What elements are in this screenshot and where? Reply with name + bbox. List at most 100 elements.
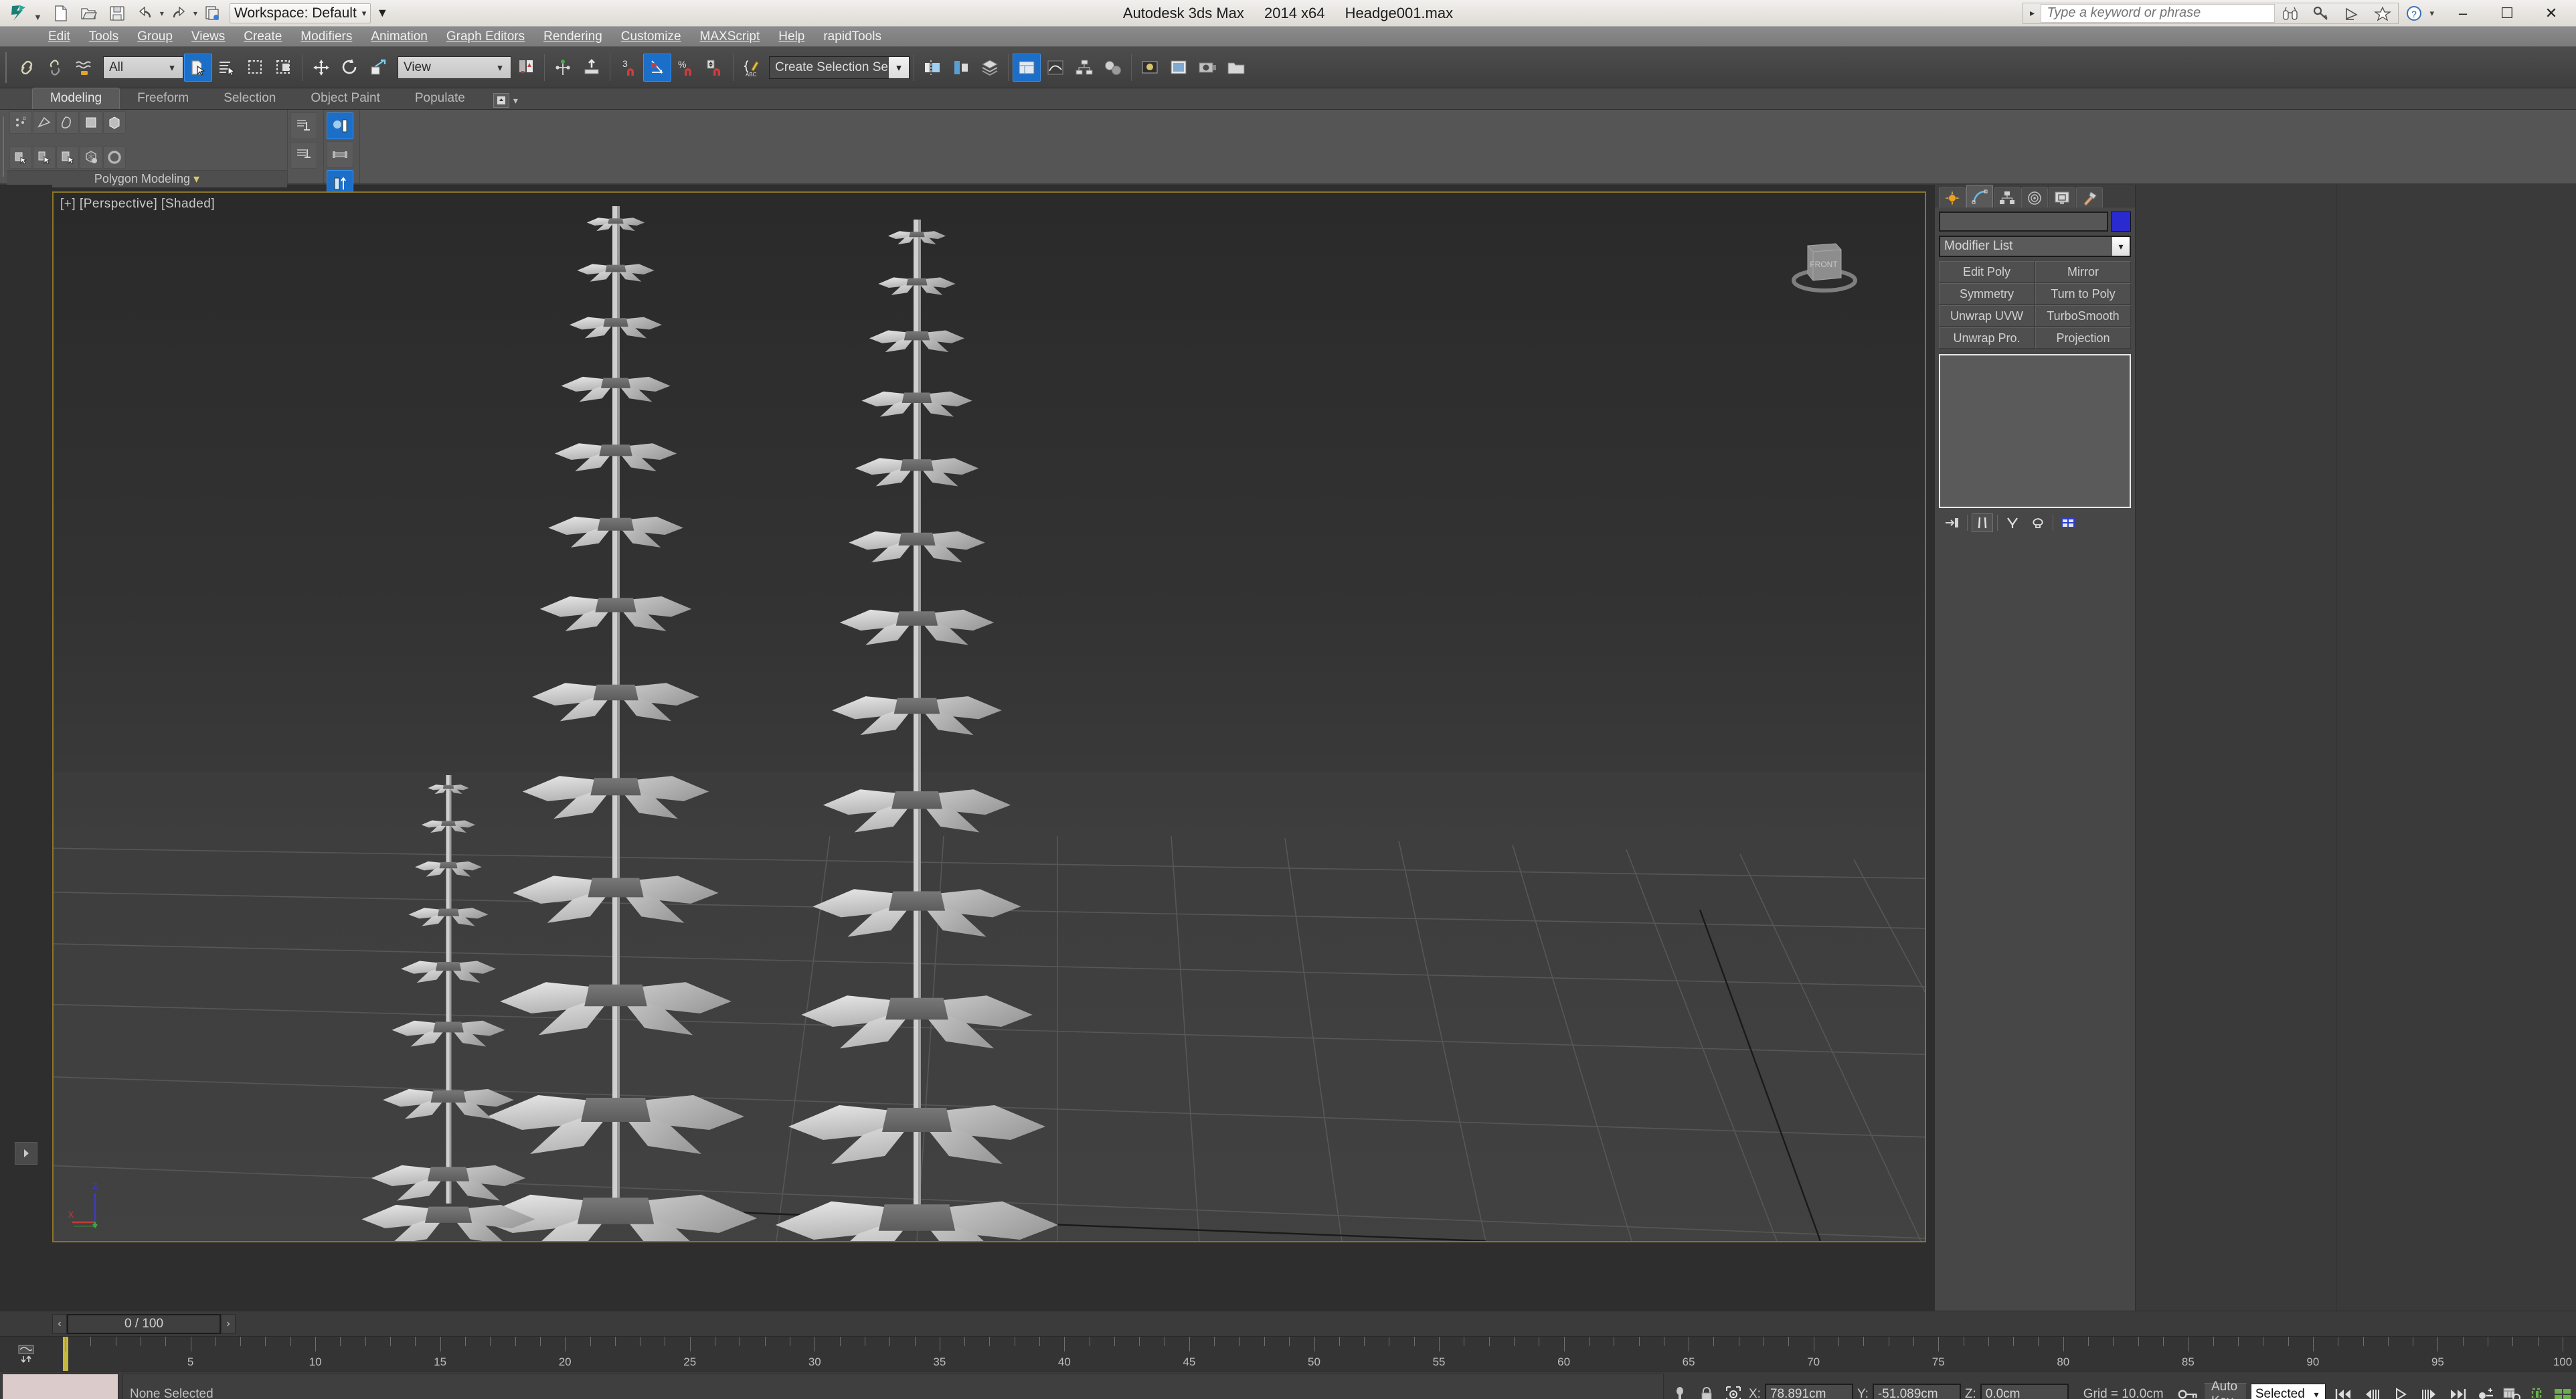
- preserve-uvs-icon[interactable]: [80, 146, 102, 169]
- close-button[interactable]: ✕: [2529, 1, 2573, 26]
- redo-caret[interactable]: ▾: [193, 9, 197, 18]
- lock-icon[interactable]: [1695, 1383, 1718, 1399]
- zoom-all-icon[interactable]: [2552, 1383, 2573, 1399]
- angle-snap-toggle-icon[interactable]: [643, 53, 671, 82]
- go-to-start-icon[interactable]: [2330, 1383, 2356, 1399]
- snap-to-surface-icon[interactable]: [578, 54, 606, 82]
- make-planar-icon[interactable]: [103, 146, 126, 169]
- motion-tab-icon[interactable]: [2021, 187, 2048, 208]
- bind-to-space-warp-icon[interactable]: [70, 54, 98, 82]
- ribbon-minimize-icon[interactable]: [493, 93, 509, 108]
- configure-modifier-sets-icon[interactable]: [2057, 513, 2079, 532]
- ribbon-tab-modeling[interactable]: Modeling: [32, 88, 120, 109]
- minimize-button[interactable]: –: [2441, 1, 2485, 26]
- percent-snap-toggle-icon[interactable]: %: [672, 54, 700, 82]
- reference-coordinate-system-combo[interactable]: View ▾: [398, 56, 511, 79]
- modifier-button-projection[interactable]: Projection: [2035, 327, 2131, 349]
- spinner-snap-toggle-icon[interactable]: [701, 54, 729, 82]
- show-end-result-icon[interactable]: [327, 112, 353, 139]
- perspective-viewport[interactable]: [+] [Perspective] [Shaded] FRONT Z X: [52, 191, 1926, 1242]
- binoculars-icon[interactable]: [2275, 3, 2306, 24]
- search-expand-caret[interactable]: ▸: [2023, 3, 2041, 23]
- schematic-view-icon[interactable]: [1070, 54, 1098, 82]
- polygon-sub-object-icon[interactable]: [80, 111, 102, 134]
- remove-modifier-icon[interactable]: [2027, 513, 2049, 532]
- viewcube[interactable]: FRONT: [1781, 230, 1868, 303]
- vertex-sub-object-icon[interactable]: α: [9, 111, 32, 134]
- menu-item-tools[interactable]: Tools: [80, 27, 128, 46]
- modifier-button-turn-to-poly[interactable]: Turn to Poly: [2035, 283, 2131, 305]
- hierarchy-tab-icon[interactable]: [1994, 187, 2021, 208]
- selection-set-combo[interactable]: Create Selection Se ▾: [769, 56, 910, 79]
- previous-frame-icon[interactable]: [2358, 1383, 2385, 1399]
- workspace-selector[interactable]: Workspace: Default ▾: [229, 3, 371, 23]
- modifier-list-caret[interactable]: ▾: [2112, 237, 2130, 256]
- y-coord-field[interactable]: -51.089cm: [1872, 1384, 1961, 1399]
- maximize-button[interactable]: ☐: [2485, 1, 2529, 26]
- track-bar-ruler[interactable]: 5 10 15 20 25 30 35 40 45 50 55 60 65 70 75 80 85 90 95 100: [52, 1337, 2576, 1371]
- go-to-end-icon[interactable]: [2445, 1383, 2472, 1399]
- satellite-dish-icon[interactable]: [2336, 3, 2367, 24]
- menu-item-maxscript[interactable]: MAXScript: [691, 27, 770, 46]
- time-slider-prev-arrow[interactable]: ‹: [52, 1313, 67, 1334]
- app-menu-caret[interactable]: ▼: [33, 12, 42, 22]
- selection-lock-toggle-icon[interactable]: [1668, 1383, 1691, 1399]
- toolbar-grip[interactable]: [5, 51, 12, 84]
- modifier-button-edit-poly[interactable]: Edit Poly: [1939, 261, 2035, 282]
- play-animation-icon[interactable]: [2387, 1383, 2414, 1399]
- modifier-list-combo[interactable]: Modifier List ▾: [1939, 236, 2131, 257]
- unlink-selection-icon[interactable]: [41, 54, 70, 82]
- selection-filter-caret[interactable]: ▾: [164, 62, 180, 74]
- star-icon[interactable]: [2367, 3, 2398, 24]
- menu-item-graph-editors[interactable]: Graph Editors: [437, 27, 534, 46]
- ribbon-grip[interactable]: [0, 110, 7, 183]
- menu-item-rapidtools[interactable]: rapidTools: [814, 27, 891, 46]
- selection-filter-combo[interactable]: All ▾: [103, 56, 183, 79]
- collapse-stack-icon[interactable]: [290, 142, 317, 169]
- ribbon-tab-populate[interactable]: Populate: [398, 88, 483, 109]
- key-mode-combo[interactable]: Selected ▾: [2250, 1384, 2326, 1399]
- key-mode-toggle-icon[interactable]: [2476, 1383, 2497, 1399]
- layer-manager-icon[interactable]: [976, 54, 1004, 82]
- show-end-result-icon[interactable]: [1972, 513, 1993, 532]
- ribbon-tab-selection[interactable]: Selection: [206, 88, 293, 109]
- undo-icon[interactable]: [132, 2, 159, 25]
- track-bar[interactable]: 5 10 15 20 25 30 35 40 45 50 55 60 65 70 75 80 85 90 95 100: [0, 1336, 2576, 1371]
- menu-item-help[interactable]: Help: [769, 27, 814, 46]
- project-folder-icon[interactable]: [1222, 54, 1250, 82]
- help-icon[interactable]: ?: [2399, 3, 2429, 24]
- curve-editor-icon[interactable]: [1041, 54, 1069, 82]
- redo-icon[interactable]: [165, 2, 192, 25]
- key-mode-caret[interactable]: ▾: [2308, 1389, 2325, 1399]
- make-unique-icon[interactable]: [2002, 513, 2023, 532]
- render-setup-icon[interactable]: [1136, 54, 1164, 82]
- swift-loop-icon[interactable]: [33, 146, 56, 169]
- search-input[interactable]: [2041, 3, 2276, 23]
- modifier-button-mirror[interactable]: Mirror: [2035, 261, 2131, 282]
- object-color-swatch[interactable]: [2111, 212, 2131, 232]
- rectangular-selection-region-icon[interactable]: [242, 54, 270, 82]
- absolute-relative-mode-icon[interactable]: [1722, 1383, 1745, 1399]
- save-file-icon[interactable]: [104, 2, 131, 25]
- menu-item-group[interactable]: Group: [128, 27, 182, 46]
- mirror-icon[interactable]: [918, 54, 946, 82]
- menu-item-create[interactable]: Create: [234, 27, 291, 46]
- undo-caret[interactable]: ▾: [160, 9, 164, 18]
- render-production-icon[interactable]: [1193, 54, 1221, 82]
- ribbon-tab-freeform[interactable]: Freeform: [120, 88, 206, 109]
- modifier-button-turbosmooth[interactable]: TurboSmooth: [2035, 305, 2131, 327]
- generate-topology-icon[interactable]: [9, 146, 32, 169]
- menu-item-edit[interactable]: Edit: [39, 27, 80, 46]
- time-configuration-icon[interactable]: [2501, 1383, 2522, 1399]
- viewport-label[interactable]: [+] [Perspective] [Shaded]: [60, 197, 215, 212]
- help-caret[interactable]: ▾: [2429, 8, 2434, 19]
- select-and-manipulate-icon[interactable]: [549, 54, 577, 82]
- select-by-name-icon[interactable]: [213, 54, 241, 82]
- select-and-move-icon[interactable]: [307, 54, 335, 82]
- graphite-modeling-tools-icon[interactable]: [1013, 53, 1041, 82]
- align-icon[interactable]: [947, 54, 975, 82]
- rendered-frame-window-icon[interactable]: [1165, 54, 1193, 82]
- select-object-icon[interactable]: [184, 53, 212, 82]
- ribbon-options-caret[interactable]: ▾: [513, 95, 518, 106]
- use-center-flyout-icon[interactable]: [512, 54, 540, 82]
